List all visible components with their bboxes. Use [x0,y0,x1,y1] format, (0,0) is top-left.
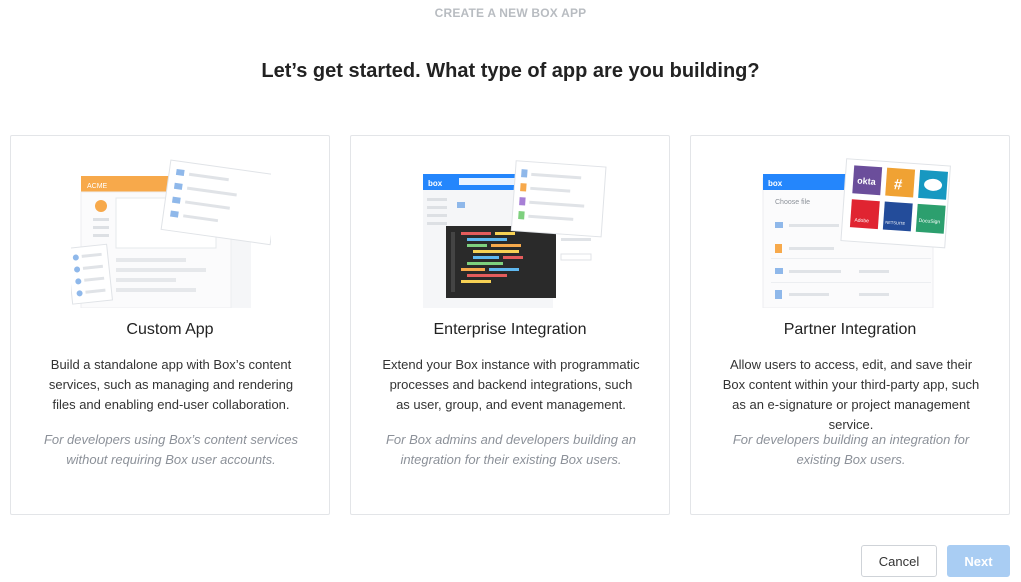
adobe-icon [849,199,880,230]
card-description: Extend your Box instance with programmat… [382,357,640,412]
avatar-icon [95,200,107,212]
card-title: Partner Integration [783,321,917,338]
svg-text:okta: okta [857,176,877,187]
box-logo: box [768,179,783,188]
header-label: CREATE A NEW BOX APP [434,6,587,20]
search-bar-icon [459,178,519,185]
card-note: For Box admins and developers building a… [385,432,637,467]
card-custom-app[interactable]: ACME Custom App Build a standalone app w… [10,135,330,515]
choose-file-label: Choose file [775,199,810,206]
card-note: For developers building an integration f… [732,432,970,467]
card-title: Custom App [126,321,214,338]
card-enterprise-integration[interactable]: box Enterprise Integration Extend your B… [350,135,670,515]
custom-app-illustration: ACME [71,159,271,308]
netsuite-icon [882,201,913,232]
box-logo: box [428,179,443,188]
next-button[interactable]: Next [947,545,1010,577]
svg-text:Adobe: Adobe [854,217,869,224]
card-partner-integration[interactable]: box Choose file okta # Adobe NETSUITE Do… [690,135,1010,515]
enterprise-integration-illustration: box [423,160,607,308]
card-description: Allow users to access, edit, and save th… [722,357,980,432]
card-title: Enterprise Integration [433,321,587,338]
acme-logo: ACME [87,183,108,190]
cancel-button[interactable]: Cancel [861,545,937,577]
page-title: Let’s get started. What type of app are … [261,60,760,82]
card-note: For developers using Box’s content servi… [43,432,299,467]
card-description: Build a standalone app with Box’s conten… [48,357,294,412]
partner-integration-illustration: box Choose file okta # Adobe NETSUITE Do… [762,158,951,308]
